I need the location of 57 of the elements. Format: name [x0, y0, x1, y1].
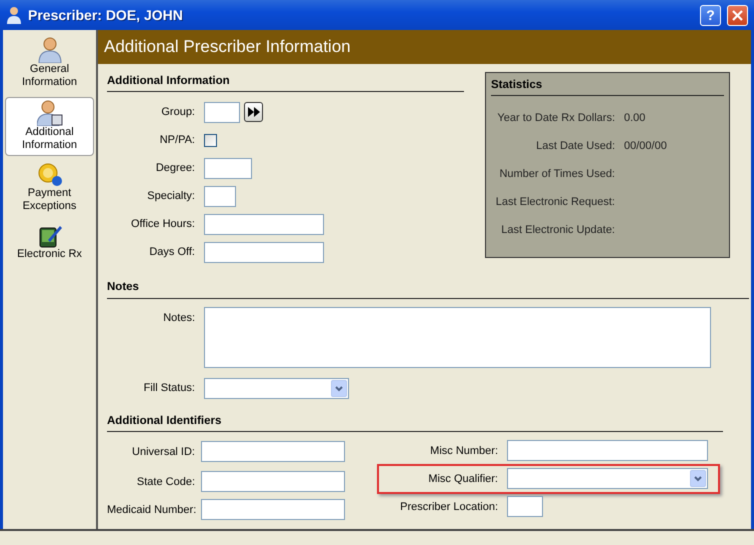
stat-label: Year to Date Rx Dollars: [496, 111, 616, 126]
field-label: Misc Qualifier: [427, 472, 499, 486]
sidebar-item[interactable]: Additional Information [5, 97, 94, 156]
section-heading: Notes [107, 279, 749, 298]
field-label: Days Off: [148, 245, 196, 260]
person-icon [38, 37, 62, 63]
dropdown-field[interactable] [204, 378, 349, 399]
input-field[interactable] [507, 440, 708, 462]
stat-label: Last Electronic Request: [494, 195, 616, 210]
stat-value: 0.00 [624, 111, 646, 126]
field-label: Fill Status: [142, 381, 196, 396]
stat-label: Last Electronic Update: [500, 223, 616, 238]
input-field[interactable] [204, 186, 236, 207]
sidebar-item[interactable]: Electronic Rx [5, 221, 94, 265]
stat-label: Number of Times Used: [498, 167, 616, 182]
sidebar-item[interactable]: Payment Exceptions [5, 160, 94, 217]
notes-field[interactable] [204, 306, 711, 368]
tablet-icon [38, 224, 62, 248]
field-label: Degree: [154, 161, 196, 176]
fast-forward-icon [248, 107, 260, 118]
window-title: Prescriber: DOE, JOHN [28, 6, 184, 24]
person-card-icon [36, 100, 62, 126]
input-field[interactable] [201, 441, 345, 462]
chevron-down-icon [692, 474, 704, 484]
input-field[interactable] [204, 242, 324, 263]
close-button[interactable] [727, 4, 748, 26]
input-field[interactable] [204, 102, 240, 123]
input-field[interactable] [507, 496, 543, 518]
close-icon [732, 10, 743, 20]
person-icon [6, 6, 22, 24]
input-field[interactable] [201, 499, 345, 520]
dropdown-field[interactable] [507, 468, 708, 490]
field-label: Specialty: [146, 189, 196, 204]
field-label: Office Hours: [130, 217, 196, 232]
input-field[interactable] [204, 214, 324, 235]
field-label: Misc Number: [429, 444, 499, 458]
section-heading: Additional Information [107, 73, 464, 92]
chevron-down-icon [333, 384, 345, 393]
sidebar-item[interactable]: General Information [5, 34, 94, 93]
field-label: Medicaid Number: [107, 502, 198, 518]
section-heading: Statistics [491, 77, 724, 96]
page-header: Additional Prescriber Information [98, 30, 751, 64]
field-label: NP/PA: [158, 133, 196, 148]
field-label: Universal ID: [131, 444, 196, 460]
stat-value: 00/00/00 [624, 139, 667, 154]
field-label: Group: [160, 105, 196, 120]
checkbox[interactable] [204, 134, 217, 147]
stat-label: Last Date Used: [535, 139, 616, 154]
help-button[interactable]: ? [700, 4, 721, 26]
section-heading: Additional Identifiers [107, 412, 723, 432]
field-label: Notes: [162, 310, 196, 326]
input-field[interactable] [201, 471, 345, 492]
coin-icon [36, 163, 62, 187]
field-label: State Code: [136, 474, 196, 490]
field-label: Prescriber Location: [399, 500, 499, 514]
input-field[interactable] [204, 158, 252, 179]
lookup-button[interactable] [244, 102, 263, 122]
